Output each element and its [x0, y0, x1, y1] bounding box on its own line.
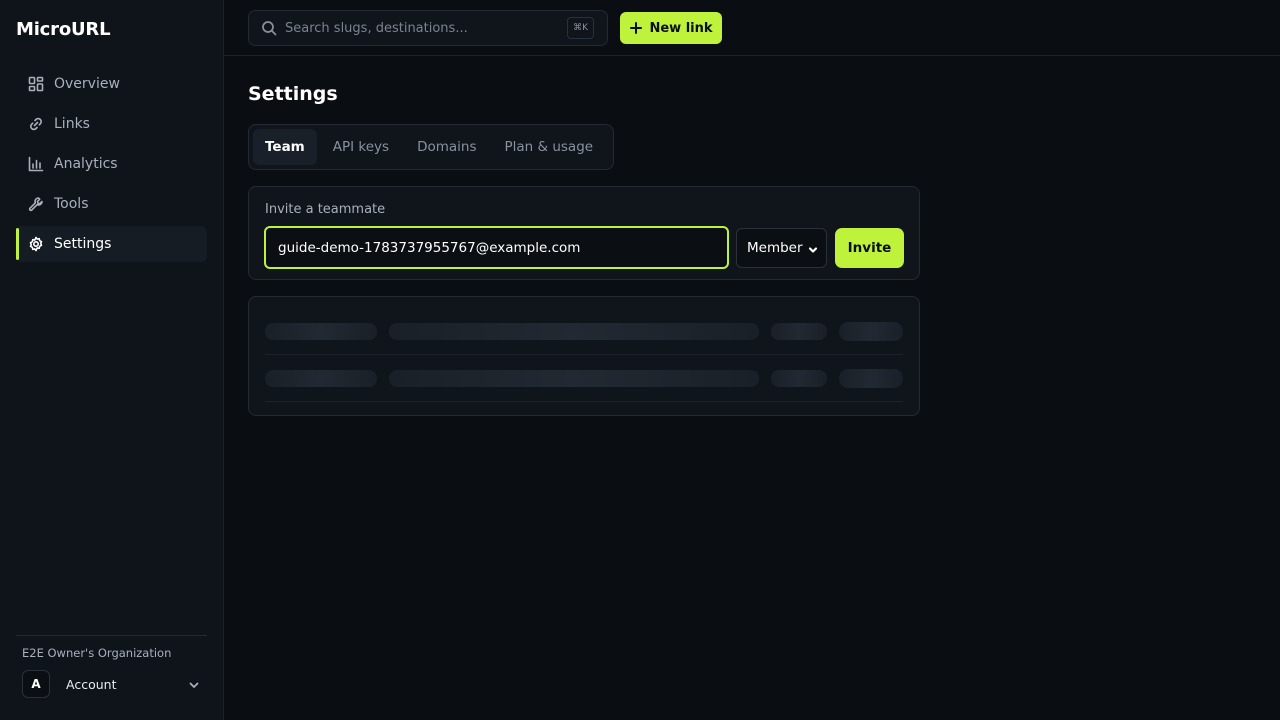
account-label: Account — [66, 676, 117, 692]
sidebar: MicroURL Overview Links Analytics Tools … — [0, 0, 224, 720]
settings-tabs: Team API keys Domains Plan & usage — [248, 124, 615, 170]
skeleton-email — [389, 370, 759, 387]
sidebar-item-settings[interactable]: Settings — [16, 226, 207, 262]
search-bar[interactable]: ⌘K — [248, 10, 608, 46]
members-list-loading — [248, 296, 920, 416]
email-field[interactable] — [264, 226, 729, 269]
invite-label: Invite a teammate — [265, 202, 386, 217]
skeleton-email — [389, 323, 759, 340]
sidebar-item-tools[interactable]: Tools — [16, 186, 207, 222]
sidebar-item-label: Settings — [54, 236, 112, 252]
sidebar-item-label: Links — [54, 116, 90, 132]
skeleton-row — [265, 356, 903, 402]
invite-button[interactable]: Invite — [835, 228, 904, 268]
skeleton-action — [839, 322, 903, 341]
sidebar-nav: Overview Links Analytics Tools Settings — [16, 66, 207, 266]
page-title: Settings — [248, 83, 338, 105]
tab-domains[interactable]: Domains — [405, 129, 488, 165]
skeleton-name — [265, 323, 377, 340]
skeleton-role — [771, 370, 827, 387]
wrench-icon — [28, 196, 44, 212]
bar-chart-icon — [28, 156, 44, 172]
app-root: MicroURL Overview Links Analytics Tools … — [0, 0, 1280, 720]
sidebar-item-overview[interactable]: Overview — [16, 66, 207, 102]
new-link-button[interactable]: New link — [620, 12, 722, 44]
sidebar-footer: E2E Owner's Organization A Account — [16, 635, 207, 698]
tab-team[interactable]: Team — [253, 129, 317, 165]
new-link-label: New link — [649, 20, 713, 36]
plus-icon — [629, 21, 643, 35]
brand-logo[interactable]: MicroURL — [16, 19, 111, 40]
sidebar-item-label: Tools — [54, 196, 89, 212]
keyboard-shortcut-badge: ⌘K — [567, 17, 594, 39]
topbar: ⌘K New link — [224, 0, 1280, 56]
sidebar-item-label: Overview — [54, 76, 120, 92]
sidebar-item-links[interactable]: Links — [16, 106, 207, 142]
link-icon — [28, 116, 44, 132]
invite-card: Invite a teammate Member Invite — [248, 186, 920, 280]
sidebar-item-label: Analytics — [54, 156, 118, 172]
search-icon — [261, 20, 277, 36]
organization-name: E2E Owner's Organization — [22, 646, 172, 660]
gear-icon — [28, 236, 44, 252]
role-select-wrapper: Member — [736, 228, 827, 268]
account-menu-button[interactable]: A Account — [22, 670, 207, 698]
main-content: ⌘K New link Settings Team API keys Domai… — [224, 0, 1280, 720]
sidebar-item-analytics[interactable]: Analytics — [16, 146, 207, 182]
tab-plan-usage[interactable]: Plan & usage — [493, 129, 606, 165]
skeleton-name — [265, 370, 377, 387]
chevron-down-icon — [187, 677, 201, 691]
search-input[interactable] — [285, 20, 568, 36]
role-select[interactable]: Member — [736, 228, 827, 268]
avatar: A — [22, 670, 50, 698]
grid-icon — [28, 76, 44, 92]
skeleton-row — [265, 309, 903, 355]
skeleton-action — [839, 369, 903, 388]
skeleton-role — [771, 323, 827, 340]
tab-api-keys[interactable]: API keys — [321, 129, 401, 165]
